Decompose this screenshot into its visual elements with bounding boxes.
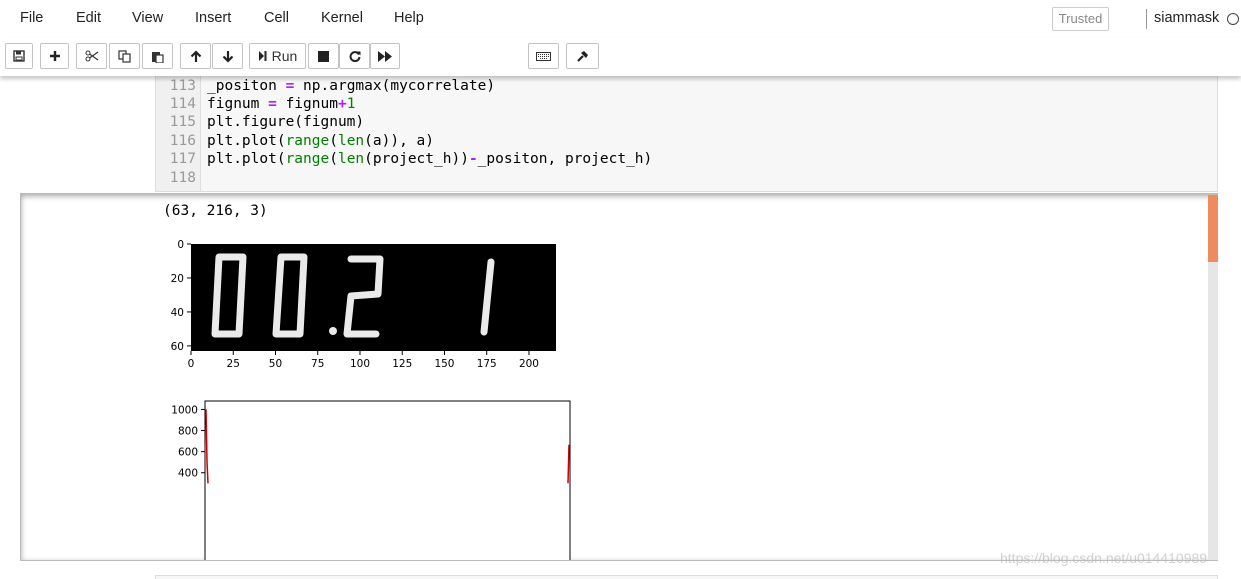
- menu-help[interactable]: Help: [394, 10, 424, 26]
- line-number: 117: [169, 151, 196, 167]
- menu-file[interactable]: File: [20, 10, 43, 26]
- menu-insert[interactable]: Insert: [195, 10, 231, 26]
- code-line[interactable]: plt.plot(range(len(project_h))-_positon,…: [207, 151, 652, 167]
- menu-view[interactable]: View: [132, 10, 163, 26]
- code-line[interactable]: _positon = np.argmax(mycorrelate): [207, 78, 495, 94]
- y-tick-label: 40: [171, 307, 184, 319]
- line-number: 116: [169, 133, 196, 149]
- run-icon: [258, 50, 267, 62]
- kernel-name: siammask: [1154, 10, 1220, 26]
- toolbar: Run: [0, 38, 1241, 76]
- x-tick-label: 150: [434, 358, 454, 369]
- y-tick-label: 800: [178, 426, 198, 438]
- kernel-idle-icon: [1227, 13, 1239, 25]
- y-tick-label: 1000: [171, 404, 198, 416]
- plus-icon: [49, 50, 61, 62]
- command-palette-button[interactable]: [528, 43, 559, 69]
- y-tick-label: 60: [171, 341, 184, 353]
- y-tick-label: 20: [171, 273, 184, 285]
- line-number: 114: [169, 96, 196, 112]
- code-line[interactable]: plt.plot(range(len(a)), a): [207, 133, 434, 149]
- keyboard-icon: [536, 51, 551, 61]
- y-tick-label: 400: [178, 468, 198, 480]
- scrollbar-thumb[interactable]: [1208, 195, 1218, 262]
- code-cell[interactable]: 113 114 115 116 117 118 _positon = np.ar…: [155, 76, 1218, 192]
- restart-button[interactable]: [339, 43, 370, 69]
- line-plot: 400 600 800 1000: [171, 400, 571, 560]
- output-text: (63, 216, 3): [163, 203, 268, 219]
- run-label: Run: [271, 48, 298, 64]
- restart-run-all-button[interactable]: [370, 43, 400, 69]
- plot-frame: [204, 400, 571, 560]
- cut-icon: [85, 50, 99, 62]
- menu-edit[interactable]: Edit: [76, 10, 101, 26]
- x-tick-label: 100: [350, 358, 370, 369]
- line-number: 113: [169, 78, 196, 94]
- image-plot: 0 25 50 75 100 125 150 175 200 0 20 40 60: [171, 239, 556, 369]
- save-button[interactable]: [5, 43, 33, 69]
- y-tick-label: 0: [177, 239, 184, 251]
- hammer-icon: [576, 50, 589, 63]
- cut-button[interactable]: [76, 43, 107, 69]
- move-down-button[interactable]: [212, 43, 243, 69]
- move-up-button[interactable]: [180, 43, 211, 69]
- decimal-point: [329, 327, 337, 335]
- x-tick-label: 50: [269, 358, 282, 369]
- interrupt-button[interactable]: [308, 43, 339, 69]
- next-cell[interactable]: [155, 575, 1218, 579]
- menu-kernel[interactable]: Kernel: [321, 10, 363, 26]
- x-tick-label: 175: [477, 358, 497, 369]
- copy-button[interactable]: [109, 43, 140, 69]
- run-button[interactable]: Run: [249, 43, 306, 69]
- x-tick-label: 75: [311, 358, 324, 369]
- stop-icon: [318, 50, 329, 62]
- trusted-badge[interactable]: Trusted: [1052, 7, 1109, 31]
- insert-cell-button[interactable]: [40, 43, 69, 69]
- build-button[interactable]: [566, 43, 599, 69]
- copy-icon: [118, 49, 131, 63]
- series-line: [567, 444, 570, 484]
- y-tick-label: 600: [178, 447, 198, 459]
- menubar: File Edit View Insert Cell Kernel Help T…: [0, 0, 1241, 38]
- watermark: https://blog.csdn.net/u014410989: [1000, 550, 1208, 566]
- line-number: 118: [169, 170, 196, 186]
- save-icon: [13, 50, 25, 62]
- x-tick-label: 0: [188, 358, 195, 369]
- line-number: 115: [169, 114, 196, 130]
- x-tick-label: 200: [519, 358, 539, 369]
- arrow-up-icon: [190, 49, 202, 63]
- output-area[interactable]: (63, 216, 3) 0 25 50 75 100 125 150 175 200 0 20 40…: [20, 193, 1218, 561]
- code-line[interactable]: fignum = fignum+1: [207, 96, 355, 112]
- paste-icon: [151, 50, 164, 63]
- x-tick-label: 125: [392, 358, 412, 369]
- kernel-divider: [1146, 9, 1147, 29]
- fast-forward-icon: [378, 50, 392, 62]
- arrow-down-icon: [222, 50, 234, 63]
- code-line[interactable]: plt.figure(fignum): [207, 114, 364, 130]
- line-axes: 400 600 800 1000: [171, 404, 205, 480]
- restart-icon: [349, 50, 361, 62]
- menu-cell[interactable]: Cell: [264, 10, 289, 26]
- output-scrollbar[interactable]: [1208, 195, 1218, 560]
- x-tick-label: 25: [227, 358, 240, 369]
- paste-button[interactable]: [142, 43, 173, 69]
